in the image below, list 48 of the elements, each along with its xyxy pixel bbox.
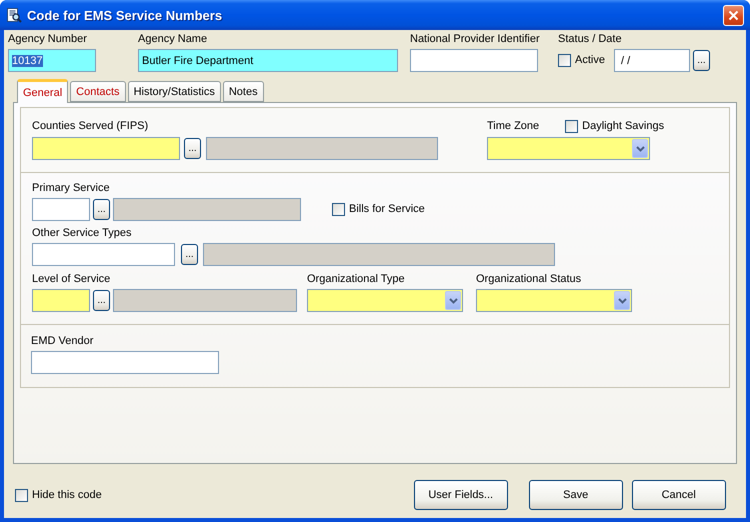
field-label: Agency Number <box>8 33 88 46</box>
browse-button[interactable]: ... <box>181 244 198 265</box>
checkbox[interactable] <box>565 120 578 133</box>
checkbox-label: Active <box>575 54 605 67</box>
text-field[interactable] <box>32 243 175 266</box>
checkbox[interactable] <box>332 203 345 216</box>
cancel-button[interactable]: Cancel <box>632 480 726 510</box>
field-label: Organizational Type <box>307 273 406 286</box>
field-label: Counties Served (FIPS) <box>32 120 150 133</box>
tab[interactable]: General <box>17 79 68 103</box>
field-label: National Provider Identifier <box>410 33 541 46</box>
field-label: Agency Name <box>138 33 208 46</box>
text-field[interactable]: 10137 <box>8 49 96 72</box>
tab[interactable]: Notes <box>222 81 264 102</box>
field-label: Organizational Status <box>476 273 582 286</box>
text-field[interactable] <box>32 289 90 312</box>
browse-button[interactable]: ... <box>184 138 201 159</box>
dropdown-field[interactable] <box>476 289 632 312</box>
text-field[interactable] <box>31 351 219 374</box>
checkbox-label: Hide this code <box>32 488 102 502</box>
field-label: Status / Date <box>558 33 623 46</box>
field-label: Primary Service <box>32 182 111 195</box>
user-fields-button[interactable]: User Fields... <box>414 480 508 510</box>
field-label: Time Zone <box>487 120 540 133</box>
field-label: Other Service Types <box>32 227 132 240</box>
text-field[interactable] <box>32 137 180 160</box>
tab[interactable]: Contacts <box>70 81 126 102</box>
field-label: EMD Vendor <box>31 335 94 348</box>
checkbox[interactable] <box>558 54 571 67</box>
tab[interactable]: History/Statistics <box>128 81 221 102</box>
checkbox[interactable] <box>15 488 28 502</box>
checkbox-label: Daylight Savings <box>582 120 664 133</box>
text-field[interactable]: Butler Fire Department <box>138 49 398 72</box>
close-icon <box>728 10 739 20</box>
browse-button[interactable]: ... <box>93 290 110 311</box>
text-field[interactable] <box>32 198 90 221</box>
window-title: Code for EMS Service Numbers <box>27 8 224 22</box>
save-button[interactable]: Save <box>528 480 623 510</box>
date-field[interactable]: / / <box>614 49 690 72</box>
field-label: Level of Service <box>32 273 112 286</box>
browse-button[interactable]: ... <box>93 199 110 220</box>
browse-button[interactable]: ... <box>692 50 710 71</box>
document-search-icon <box>6 7 22 23</box>
dropdown-field[interactable] <box>307 289 463 312</box>
dropdown-field[interactable] <box>487 137 650 160</box>
text-field[interactable] <box>410 49 538 72</box>
close-button[interactable] <box>723 4 744 26</box>
checkbox-label: Bills for Service <box>349 203 425 216</box>
